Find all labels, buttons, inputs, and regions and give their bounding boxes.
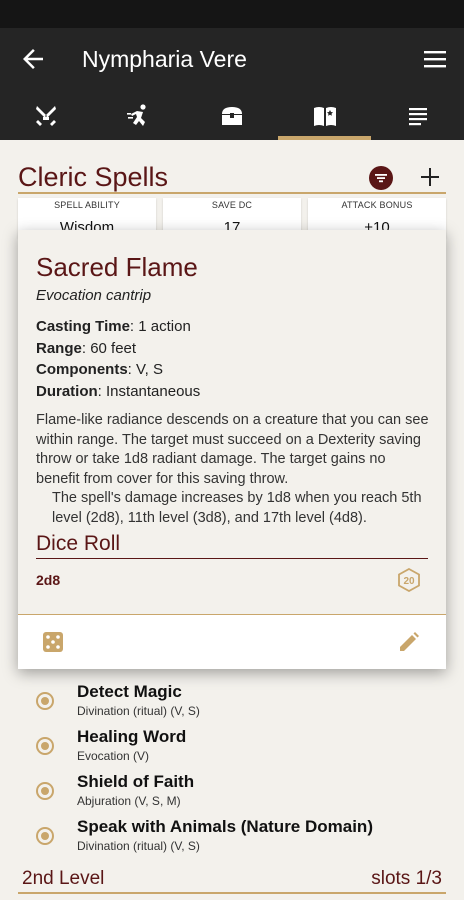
spell-name: Speak with Animals (Nature Domain): [77, 817, 373, 836]
d20-roll-icon[interactable]: 20: [398, 567, 420, 593]
app-bar: Nympharia Vere: [0, 28, 464, 140]
spellbook-icon: [313, 107, 336, 126]
tab-bar: [0, 92, 464, 140]
casting-time-row: Casting Time: 1 action: [36, 318, 191, 335]
d20-label: 20: [403, 576, 415, 587]
list-item[interactable]: Detect Magic Divination (ritual) (V, S): [18, 682, 446, 727]
prepared-radio[interactable]: [36, 737, 54, 755]
casting-time-value: 1 action: [138, 318, 191, 335]
plus-icon: [421, 168, 439, 186]
dice-roll-header: Dice Roll: [36, 532, 428, 559]
spell-properties: Casting Time: 1 action Range: 60 feet Co…: [36, 316, 200, 402]
card-footer: [18, 615, 446, 669]
spell-slots: slots 1/3: [371, 868, 442, 889]
dice-icon[interactable]: [42, 631, 64, 653]
casting-time-label: Casting Time: [36, 318, 130, 335]
pencil-edit-icon[interactable]: [398, 631, 420, 653]
spell-name: Healing Word: [77, 727, 187, 746]
spell-description: Flame-like radiance descends on a creatu…: [36, 411, 432, 529]
notes-lines-icon: [408, 108, 427, 126]
list-item[interactable]: Shield of Faith Abjuration (V, S, M): [18, 772, 446, 817]
add-spell-button[interactable]: [417, 164, 443, 190]
attack-bonus-label: ATTACK BONUS: [341, 200, 413, 210]
duration-row: Duration: Instantaneous: [36, 382, 201, 400]
range-row: Range: 60 feet: [36, 339, 137, 357]
filter-icon: [375, 174, 387, 183]
list-item[interactable]: Speak with Animals (Nature Domain) Divin…: [18, 817, 446, 862]
section-header: Cleric Spells: [18, 160, 446, 194]
range-value: 60 feet: [90, 339, 137, 357]
tab-spellbook[interactable]: [278, 92, 371, 140]
spell-meta: Evocation (V): [77, 749, 150, 763]
hamburger-menu-icon[interactable]: [422, 48, 448, 70]
treasure-chest-icon: [221, 107, 242, 125]
spell-name: Detect Magic: [77, 682, 182, 701]
page-title: Nympharia Vere: [82, 46, 247, 72]
description-paragraph-2: The spell's damage increases by 1d8 when…: [52, 490, 422, 526]
prepared-radio[interactable]: [36, 782, 54, 800]
spell-meta: Divination (ritual) (V, S): [77, 839, 200, 853]
spell-meta: Abjuration (V, S, M): [77, 794, 181, 808]
duration-value: Instantaneous: [106, 382, 201, 400]
tab-inventory[interactable]: [186, 92, 279, 140]
tab-skills[interactable]: [93, 92, 186, 140]
running-figure-icon: [127, 104, 146, 126]
tab-notes[interactable]: [371, 92, 464, 140]
spell-ability-label: SPELL ABILITY: [54, 200, 120, 210]
list-item[interactable]: Healing Word Evocation (V): [18, 727, 446, 772]
level-header[interactable]: 2nd Level slots 1/3: [18, 866, 446, 894]
components-value: V, S: [136, 361, 163, 378]
spell-detail-card: Sacred Flame Evocation cantrip Casting T…: [18, 230, 446, 669]
spell-detail-title: Sacred Flame: [36, 252, 198, 282]
prepared-radio[interactable]: [36, 692, 54, 710]
description-paragraph: Flame-like radiance descends on a creatu…: [36, 412, 429, 487]
crossed-swords-icon: [36, 106, 57, 126]
components-label: Components: [36, 361, 128, 378]
spell-meta: Divination (ritual) (V, S): [77, 704, 200, 718]
spell-school: Evocation cantrip: [36, 287, 152, 304]
save-dc-label: SAVE DC: [211, 200, 253, 210]
filter-button[interactable]: [369, 166, 393, 190]
spell-name: Shield of Faith: [77, 772, 195, 791]
prepared-radio[interactable]: [36, 827, 54, 845]
status-bar: [0, 0, 464, 28]
back-arrow-icon[interactable]: [18, 44, 48, 74]
section-title: Cleric Spells: [18, 162, 169, 192]
dice-roll-label: Dice Roll: [36, 532, 121, 555]
range-label: Range: [36, 339, 82, 357]
level-title: 2nd Level: [22, 868, 105, 889]
dice-roll-value: 2d8: [36, 572, 61, 588]
tab-combat[interactable]: [0, 92, 93, 140]
components-row: Components: V, S: [36, 361, 163, 378]
duration-label: Duration: [36, 382, 98, 400]
